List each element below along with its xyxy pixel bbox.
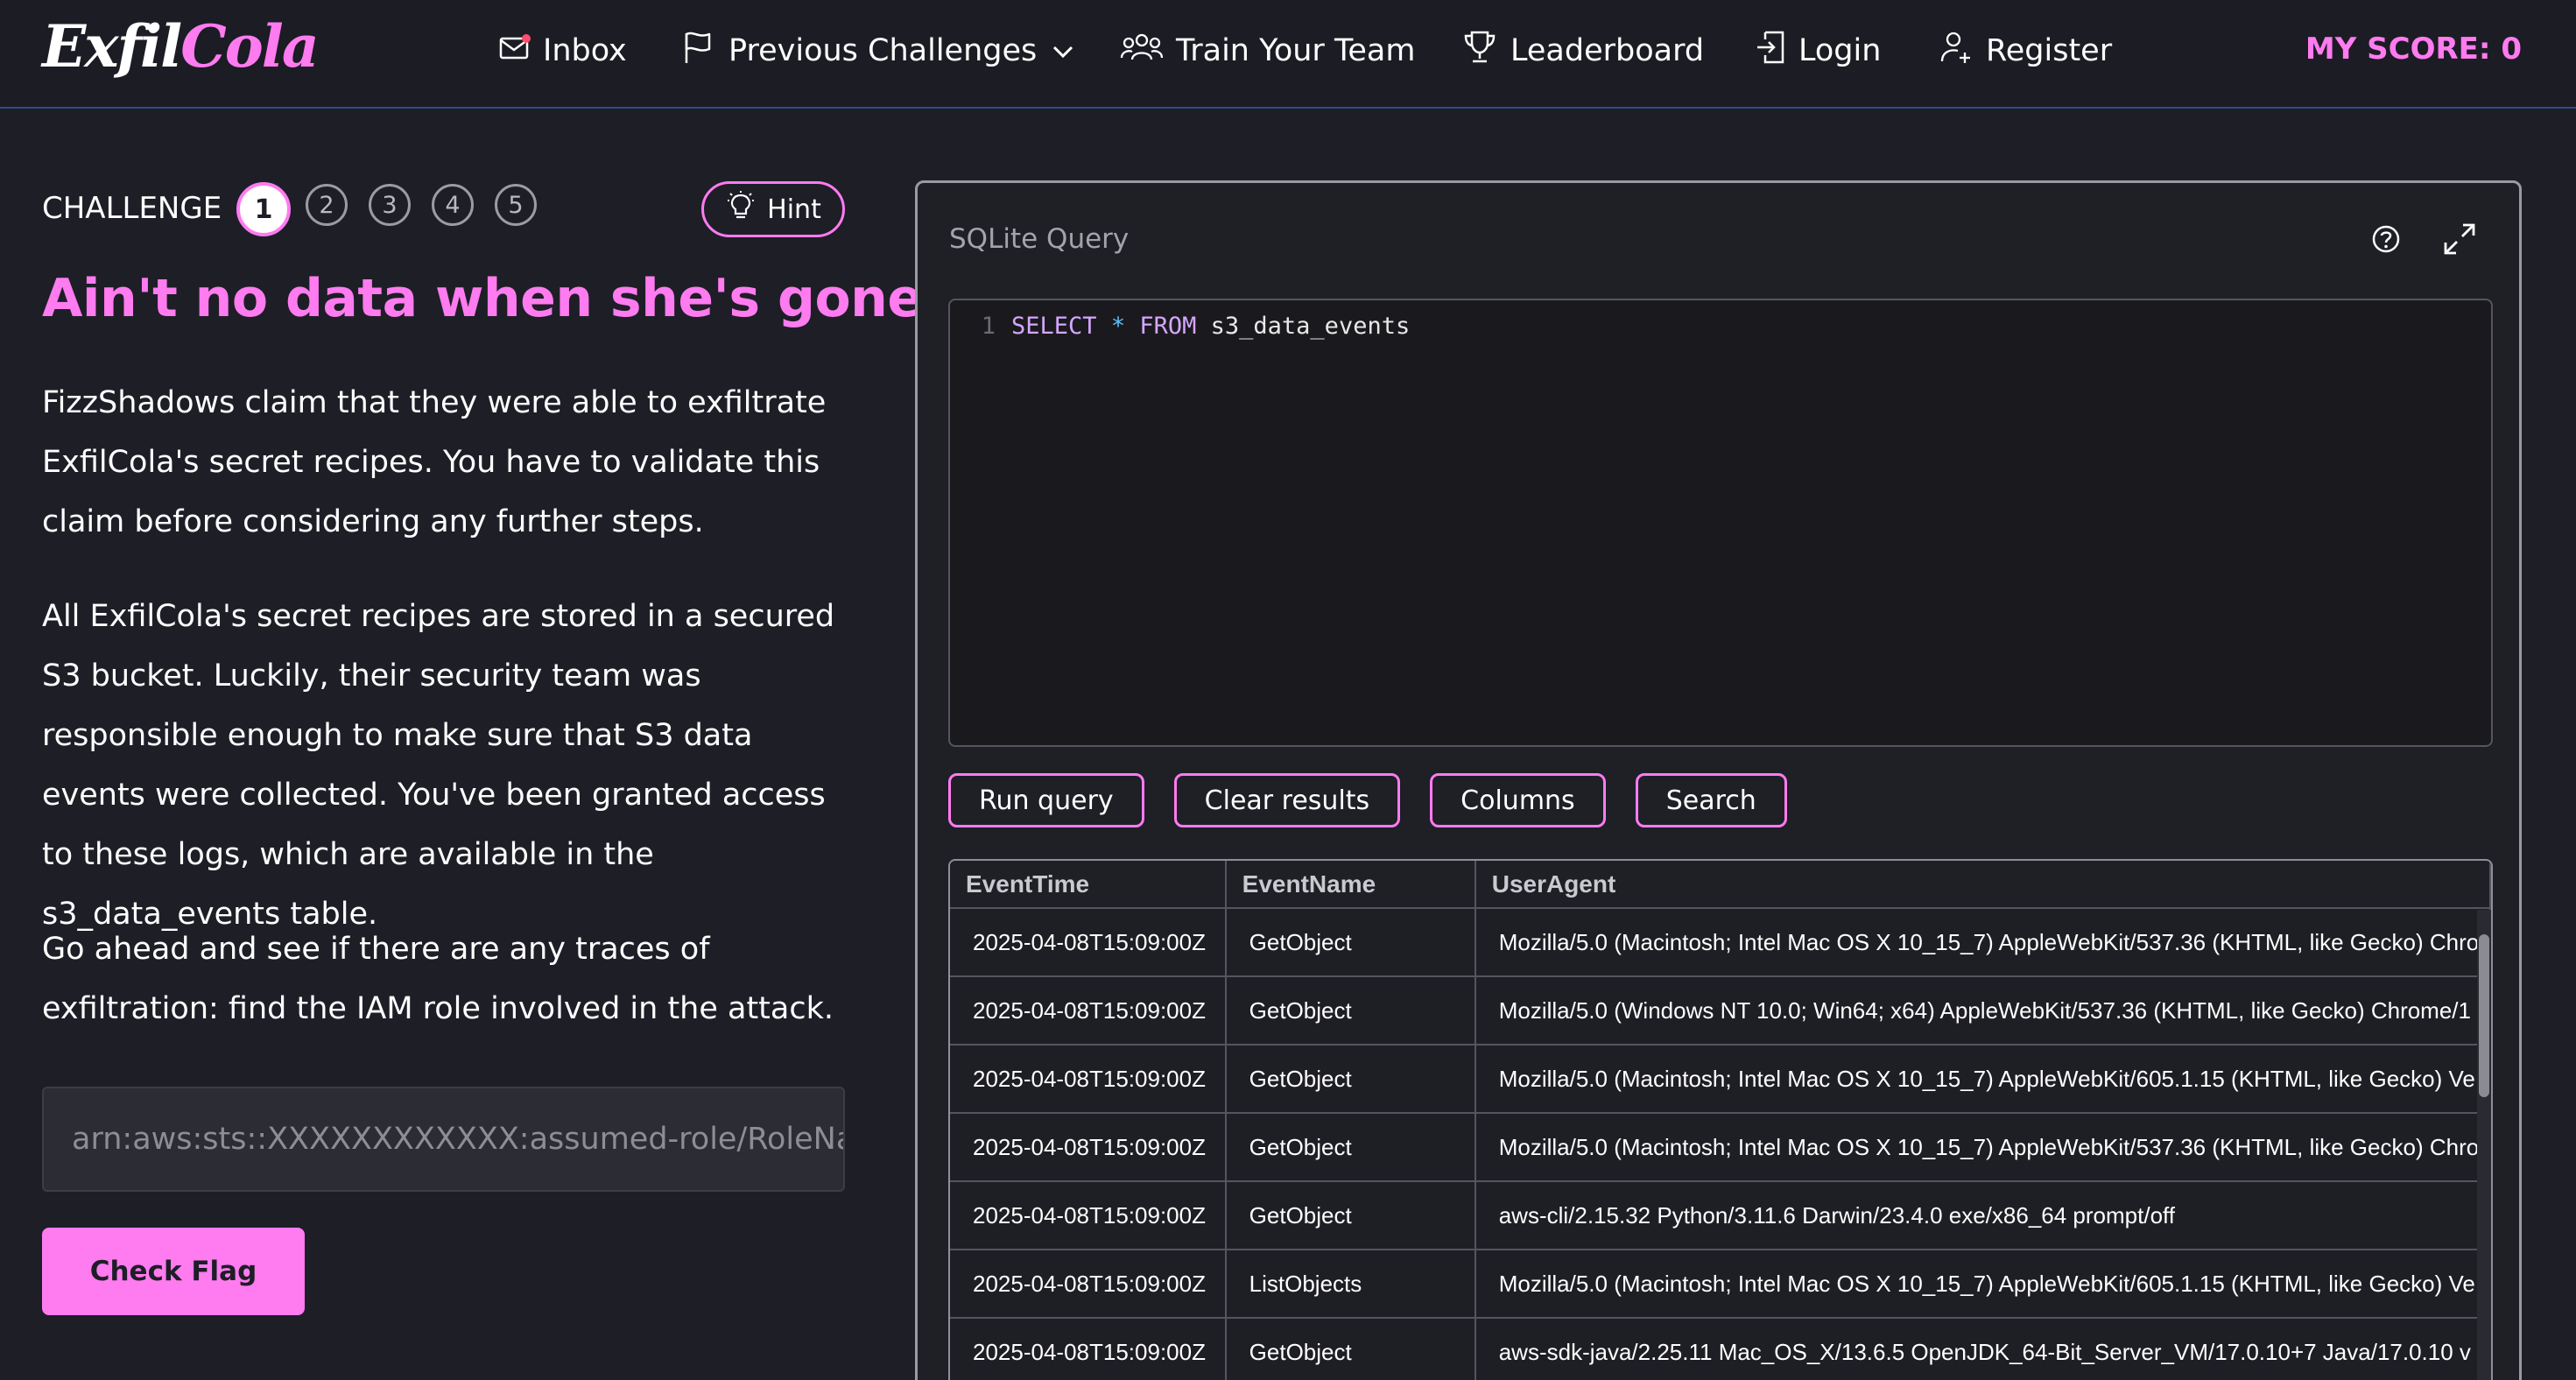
table-row[interactable]: 2025-04-08T15:09:00Z GetObject aws-cli/2… (950, 1181, 2491, 1250)
nav-register[interactable]: Register (1939, 26, 2112, 75)
challenge-description-3: Go ahead and see if there are any traces… (42, 932, 834, 1026)
table-row[interactable]: 2025-04-08T15:09:00Z GetObject Mozilla/5… (950, 1113, 2491, 1182)
run-query-button[interactable]: Run query (948, 773, 1144, 827)
table-header-row: EventTime EventName UserAgent (950, 861, 2491, 909)
hint-button[interactable]: Hint (701, 181, 845, 237)
table-row[interactable]: 2025-04-08T15:09:00Z GetObject Mozilla/5… (950, 908, 2491, 977)
team-icon (1120, 32, 1176, 71)
challenge-description-2: All ExfilCola's secret recipes are store… (42, 599, 835, 932)
question-circle-icon[interactable] (2370, 223, 2402, 258)
results-table: EventTime EventName UserAgent 2025-04-08… (950, 861, 2491, 1380)
exfilcola-logo[interactable]: ExfilCola (42, 12, 320, 81)
challenge-title: Ain't no data when she's gone (42, 268, 923, 329)
nav-previous-challenges[interactable]: Previous Challenges (681, 26, 1087, 75)
nav-train-your-team[interactable]: Train Your Team (1120, 26, 1415, 75)
table-row[interactable]: 2025-04-08T15:09:00Z ListObjects Mozilla… (950, 1250, 2491, 1319)
line-number: 1 (981, 312, 996, 340)
search-button[interactable]: Search (1635, 773, 1787, 827)
table-row[interactable]: 2025-04-08T15:09:00Z GetObject Mozilla/5… (950, 976, 2491, 1046)
challenge-step-3[interactable]: 3 (369, 184, 411, 226)
envelope-icon (499, 33, 543, 68)
clear-results-button[interactable]: Clear results (1173, 773, 1401, 827)
code-line: 1 SELECT * FROM s3_data_events (950, 309, 2491, 342)
check-flag-button[interactable]: Check Flag (42, 1228, 305, 1315)
trophy-icon (1461, 29, 1510, 74)
columns-button[interactable]: Columns (1430, 773, 1606, 827)
column-header-useragent[interactable]: UserAgent (1475, 861, 2491, 909)
challenge-step-2[interactable]: 2 (306, 184, 348, 226)
nav-inbox[interactable]: Inbox (499, 26, 627, 75)
flag-input[interactable]: arn:aws:sts::XXXXXXXXXXXX:assumed-role/R… (42, 1087, 845, 1192)
table-row[interactable]: 2025-04-08T15:09:00Z GetObject aws-sdk-j… (950, 1318, 2491, 1380)
nav-login[interactable]: Login (1755, 26, 1881, 75)
top-nav: ExfilCola Inbox Previous Challenges Trai… (0, 0, 2576, 109)
panel-title: SQLite Query (949, 223, 1130, 255)
challenge-label: CHALLENGE (42, 191, 222, 226)
lightbulb-icon (725, 190, 767, 229)
chevron-down-icon (1051, 33, 1087, 68)
expand-icon[interactable] (2442, 222, 2477, 260)
challenge-step-5[interactable]: 5 (495, 184, 537, 226)
column-header-eventtime[interactable]: EventTime (950, 861, 1227, 909)
results-scrollbar-thumb[interactable] (2479, 934, 2489, 1097)
sqlite-query-panel: SQLite Query 1 SELECT * FROM s3_data_eve… (915, 180, 2522, 1380)
user-plus-icon (1939, 30, 1986, 73)
results-table-container: EventTime EventName UserAgent 2025-04-08… (948, 859, 2493, 1380)
sql-editor[interactable]: 1 SELECT * FROM s3_data_events (948, 299, 2493, 747)
query-button-row: Run query Clear results Columns Search (948, 773, 1787, 827)
challenge-description-1: FizzShadows claim that they were able to… (42, 385, 827, 539)
table-row[interactable]: 2025-04-08T15:09:00Z GetObject Mozilla/5… (950, 1045, 2491, 1114)
column-header-eventname[interactable]: EventName (1225, 861, 1476, 909)
my-score: MY SCORE: 0 (2305, 32, 2522, 67)
flag-icon (681, 30, 728, 73)
login-icon (1755, 29, 1798, 74)
challenge-step-4[interactable]: 4 (432, 184, 474, 226)
nav-leaderboard[interactable]: Leaderboard (1461, 26, 1704, 75)
challenge-step-1[interactable]: 1 (236, 182, 291, 236)
results-scrollbar-track[interactable] (2477, 910, 2491, 1380)
